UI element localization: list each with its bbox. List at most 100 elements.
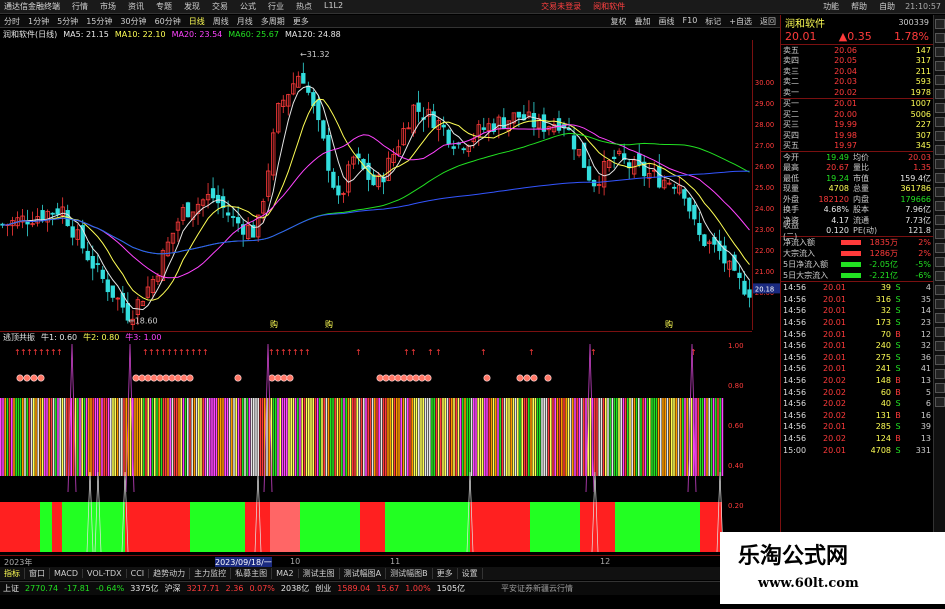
menu-item[interactable]: 行业 <box>262 1 290 12</box>
ask-row[interactable]: 卖五 20.06 147 <box>781 45 933 56</box>
menu-item[interactable]: L1L2 <box>318 1 349 12</box>
sidebar-button[interactable] <box>935 33 945 43</box>
menu-item[interactable]: 自助 <box>873 1 901 12</box>
indicator-tab[interactable]: 测试幅图B <box>386 568 433 579</box>
sidebar-button[interactable] <box>935 397 945 407</box>
indicator-name[interactable]: 逃顶共振 <box>0 332 38 343</box>
menu-item[interactable]: 帮助 <box>845 1 873 12</box>
sidebar-button[interactable] <box>935 159 945 169</box>
sidebar-button[interactable] <box>935 383 945 393</box>
sidebar-button[interactable] <box>935 187 945 197</box>
sh-label[interactable]: 上证 <box>0 583 22 594</box>
period-tab[interactable]: 分时 <box>0 16 24 27</box>
bid-row[interactable]: 买三 19.99 227 <box>781 120 933 131</box>
menu-item[interactable]: 热点 <box>290 1 318 12</box>
period-tab[interactable]: 1分钟 <box>24 16 53 27</box>
chart-tool-button[interactable]: 复权 <box>607 16 631 27</box>
menu-item[interactable]: 公式 <box>234 1 262 12</box>
chart-tool-button[interactable]: F10 <box>679 16 702 27</box>
indicator-tab[interactable]: 测试幅图A <box>340 568 387 579</box>
indicator-tab[interactable]: 窗口 <box>25 568 50 579</box>
sidebar-button[interactable] <box>935 75 945 85</box>
ask-row[interactable]: 卖二 20.03 593 <box>781 77 933 88</box>
kline-chart[interactable]: ←31.32 ←18.60 购 购 购 <box>0 40 752 330</box>
menu-item[interactable]: 功能 <box>817 1 845 12</box>
indicator-tab[interactable]: VOL-TDX <box>83 569 127 578</box>
indicator-tab[interactable]: 更多 <box>433 568 458 579</box>
sidebar-button[interactable] <box>935 271 945 281</box>
period-tab[interactable]: 60分钟 <box>151 16 185 27</box>
sidebar-button[interactable] <box>935 215 945 225</box>
indicator-tab[interactable]: MA2 <box>272 569 299 578</box>
indicator-stripe <box>657 398 660 476</box>
menu-item[interactable]: 市场 <box>94 1 122 12</box>
menu-item[interactable]: 行情 <box>66 1 94 12</box>
sidebar-button[interactable] <box>935 313 945 323</box>
indicator-tab[interactable]: 趋势动力 <box>149 568 191 579</box>
indicator-tab[interactable]: 设置 <box>458 568 483 579</box>
indicator-tab[interactable]: 测试主图 <box>299 568 340 579</box>
sidebar-button[interactable] <box>935 201 945 211</box>
sidebar-button[interactable] <box>935 299 945 309</box>
menu-item[interactable]: 专题 <box>150 1 178 12</box>
indicator-stripe <box>651 398 653 476</box>
menu-item[interactable]: 资讯 <box>122 1 150 12</box>
indicator-stripe <box>61 398 64 476</box>
bid-row[interactable]: 买二 20.00 5006 <box>781 109 933 120</box>
sidebar-button[interactable] <box>935 145 945 155</box>
bid-row[interactable]: 买五 19.97 345 <box>781 141 933 152</box>
sidebar-button[interactable] <box>935 243 945 253</box>
sidebar-button[interactable] <box>935 61 945 71</box>
sidebar-button[interactable] <box>935 229 945 239</box>
ask-row[interactable]: 卖四 20.05 317 <box>781 56 933 67</box>
period-tab[interactable]: 30分钟 <box>116 16 150 27</box>
ma-value: MA120: 24.88 <box>284 30 341 39</box>
period-tab[interactable]: 15分钟 <box>82 16 116 27</box>
chart-tool-button[interactable]: +自选 <box>725 16 756 27</box>
indicator-stripe <box>136 398 138 476</box>
indicator-tab[interactable]: 指标 <box>0 568 25 579</box>
ask-row[interactable]: 卖三 20.04 211 <box>781 66 933 77</box>
chart-tool-button[interactable]: 画线 <box>655 16 679 27</box>
tick-list[interactable]: 14:56 20.01 39 S 4 14:56 20.01 316 S 35 14:56 20.01… <box>781 282 933 456</box>
sidebar-button[interactable] <box>935 257 945 267</box>
sidebar-button[interactable] <box>935 103 945 113</box>
period-tab[interactable]: 月线 <box>233 16 257 27</box>
chart-tool-button[interactable]: 标记 <box>701 16 725 27</box>
sidebar-button[interactable] <box>935 285 945 295</box>
sidebar-button[interactable] <box>935 117 945 127</box>
cy-label[interactable]: 创业 <box>312 583 334 594</box>
sidebar-button[interactable] <box>935 19 945 29</box>
sidebar-button[interactable] <box>935 89 945 99</box>
tick-volume: 285 <box>875 422 891 432</box>
bid-row[interactable]: 买四 19.98 307 <box>781 130 933 141</box>
sidebar-button[interactable] <box>935 131 945 141</box>
sidebar-button[interactable] <box>935 47 945 57</box>
chart-tool-button[interactable]: 叠加 <box>631 16 655 27</box>
period-tab[interactable]: 周线 <box>209 16 233 27</box>
indicator-tab[interactable]: MACD <box>50 569 83 578</box>
menu-item[interactable]: 交易 <box>206 1 234 12</box>
indicator-stripe <box>371 398 374 476</box>
period-tab[interactable]: 更多 <box>289 16 313 27</box>
chart-tool-button[interactable]: 返回 <box>756 16 780 27</box>
bid-row[interactable]: 买一 20.01 1007 <box>781 99 933 110</box>
sidebar-button[interactable] <box>935 173 945 183</box>
sidebar-button[interactable] <box>935 355 945 365</box>
hs-label[interactable]: 沪深 <box>162 583 184 594</box>
period-tab[interactable]: 5分钟 <box>53 16 82 27</box>
ask-row[interactable]: 卖一 20.02 1978 <box>781 87 933 98</box>
indicator-tab[interactable]: 私募主图 <box>231 568 273 579</box>
period-tab[interactable]: 日线 <box>185 16 209 27</box>
sidebar-button[interactable] <box>935 327 945 337</box>
period-tab[interactable]: 多周期 <box>257 16 289 27</box>
indicator-stripe <box>666 398 669 476</box>
software-banner[interactable]: 阅和软件 <box>587 1 631 12</box>
sidebar-button[interactable] <box>935 369 945 379</box>
sidebar-button[interactable] <box>935 341 945 351</box>
menu-item[interactable]: 发现 <box>178 1 206 12</box>
indicator-tab[interactable]: 主力监控 <box>190 568 232 579</box>
indicator-tab[interactable]: CCI <box>127 569 150 578</box>
indicator-chart[interactable]: ↑ ↑ ↑ ↑ ↑ ↑ ↑ ↑ ↑ ↑ ↑ ↑ ↑ ↑ ↑ ↑ ↑ ↑ ↑ ↑ ↑ ↑ ↑ ↑ ↑ ↑ ↑ ↑ ↑ ↑ ↑ ↑ ↑ ↑ ↑1.000… <box>0 342 752 554</box>
login-status[interactable]: 交易未登录 <box>535 1 587 12</box>
